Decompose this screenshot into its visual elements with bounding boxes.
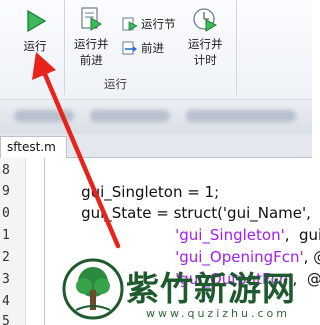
tab-label: sftest.m xyxy=(7,140,56,154)
line-number: 1 xyxy=(2,228,10,243)
line-number: 8 xyxy=(2,163,10,178)
line-number: 5 xyxy=(2,314,10,325)
ribbon-toolstrip: 运行 运行并 前进 运行节 前进 运行并 计时 运行 xyxy=(0,0,312,100)
run-and-advance-label: 运行并 前进 xyxy=(74,37,109,67)
line-number: 2 xyxy=(2,250,10,265)
run-play-icon xyxy=(27,9,47,33)
line-number: 3 xyxy=(2,272,10,287)
run-section-button[interactable]: 运行节 xyxy=(122,16,176,32)
advance-button[interactable]: 前进 xyxy=(122,40,164,56)
watermark-url: www.quzizhu.com xyxy=(146,307,290,320)
run-label: 运行 xyxy=(23,39,47,53)
run-section-label: 运行节 xyxy=(141,17,176,31)
line-number-gutter: 8 9 0 1 2 3 4 5 xyxy=(0,158,26,325)
advance-label: 前进 xyxy=(141,41,164,55)
run-and-advance-icon xyxy=(81,7,103,31)
run-and-time-button[interactable]: 运行并 计时 xyxy=(188,6,223,68)
tab-sftest[interactable]: sftest.m xyxy=(0,136,67,158)
run-and-time-label: 运行并 计时 xyxy=(188,37,223,67)
line-number: 0 xyxy=(2,206,10,221)
run-button[interactable]: 运行 xyxy=(22,8,48,54)
divider xyxy=(64,0,65,95)
advance-icon xyxy=(122,41,137,55)
run-section-icon xyxy=(122,17,138,31)
watermark-tree-logo xyxy=(62,258,124,320)
line-number: 9 xyxy=(2,184,10,199)
blurred-area xyxy=(0,100,312,134)
watermark-title: 紫竹新游网 xyxy=(126,269,296,308)
editor-tab-strip: sftest.m xyxy=(0,134,312,158)
run-group-label: 运行 xyxy=(104,77,127,91)
run-and-advance-button[interactable]: 运行并 前进 xyxy=(74,6,109,68)
fold-line xyxy=(44,158,45,325)
line-number: 4 xyxy=(2,294,10,309)
run-and-time-icon xyxy=(193,8,218,32)
divider xyxy=(236,0,237,95)
